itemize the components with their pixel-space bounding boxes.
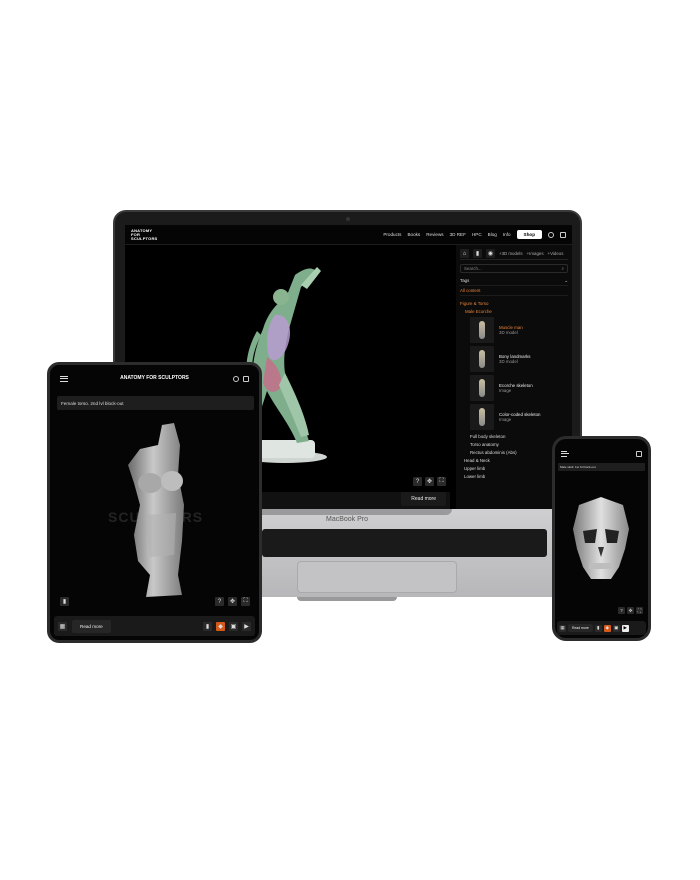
tablet-bottom-bar: ▦ Read more ▮ ◆ ▣ ▶ (54, 616, 255, 636)
keyboard (262, 529, 547, 557)
chevron-down-icon: ⌄ (564, 277, 568, 283)
camera-icon (346, 217, 350, 221)
move-icon[interactable]: ✥ (228, 597, 237, 606)
filter-videos[interactable]: +Videos (548, 251, 564, 256)
image-icon[interactable]: ▣ (612, 624, 620, 632)
list-item[interactable]: Color-coded skeleton Image (470, 404, 568, 430)
model-thumbnail (470, 346, 494, 372)
model-thumbnail (470, 317, 494, 343)
cube-icon[interactable]: ◆ (216, 621, 225, 631)
search-input[interactable]: Search... ⌕ (460, 264, 568, 273)
pin-icon[interactable]: ▮ (203, 621, 212, 631)
image-thumbnail (470, 375, 494, 401)
laptop-hinge (242, 509, 452, 515)
laptop-foot (297, 597, 397, 601)
list-item[interactable]: Ecorche skeleton Image (470, 375, 568, 401)
fullscreen-icon[interactable]: ⛶ (241, 597, 250, 606)
read-more-button[interactable]: Read more (568, 624, 593, 632)
play-icon[interactable]: ▶ (242, 621, 251, 631)
nav-link-reviews[interactable]: Reviews (426, 232, 443, 237)
nav-link-books[interactable]: Books (407, 232, 420, 237)
category-figure-torso[interactable]: Figure & Torso (460, 301, 568, 306)
image-thumbnail (470, 404, 494, 430)
grid-icon[interactable]: ▦ (559, 624, 566, 632)
top-navbar: ANATOMY FOR SCULPTORS Products Books Rev… (125, 225, 572, 245)
item-type: Image (499, 388, 512, 393)
search-placeholder: Search... (464, 266, 482, 271)
read-more-button[interactable]: Read more (72, 619, 111, 633)
image-icon[interactable]: ▣ (229, 621, 238, 631)
help-icon[interactable]: ? (215, 597, 224, 606)
move-icon[interactable]: ✥ (627, 607, 634, 614)
nav-link-info[interactable]: Info (503, 232, 511, 237)
read-more-button[interactable]: Read more (401, 492, 446, 506)
home-icon[interactable]: ⌂ (460, 249, 469, 258)
phone-device: Male skull. 1st lvl block-out ? ✥ ⛶ ▦ Re… (552, 436, 651, 641)
nav-link-3d-ref[interactable]: 3D REF (450, 232, 466, 237)
subcategory-male-ecorche[interactable]: Male Ecorche (465, 309, 568, 314)
site-logo[interactable]: ANATOMY FOR SCULPTORS (131, 228, 157, 241)
item-type: Image (499, 417, 512, 422)
nav-link-products[interactable]: Products (383, 232, 401, 237)
list-item[interactable]: Bony landmarks 3D model (470, 346, 568, 372)
filter-3d-models[interactable]: +3D models (499, 251, 523, 256)
tags-dropdown[interactable]: Tags ⌄ (460, 276, 568, 286)
viewer-toolbar: ? ✥ ⛶ (413, 477, 446, 486)
fullscreen-icon[interactable]: ⛶ (437, 477, 446, 486)
cube-icon[interactable]: ◆ (603, 624, 611, 632)
nav-link-hpc[interactable]: HPC (472, 232, 482, 237)
nav-links: Products Books Reviews 3D REF HPC Blog I… (383, 230, 566, 239)
nav-link-blog[interactable]: Blog (488, 232, 497, 237)
tablet-device: ANATOMY FOR SCULPTORS Female torso. 2nd … (47, 362, 262, 643)
cart-icon[interactable] (560, 231, 566, 238)
fullscreen-icon[interactable]: ⛶ (636, 607, 643, 614)
pin-icon[interactable]: ▮ (60, 597, 69, 606)
shop-button[interactable]: Shop (516, 230, 542, 239)
viewer-toolbar: ? ✥ ⛶ (561, 607, 643, 614)
grid-icon[interactable]: ▦ (58, 621, 67, 631)
help-icon[interactable]: ? (618, 607, 625, 614)
all-content-link[interactable]: All content (460, 286, 568, 296)
sub-section-full-body-skeleton[interactable]: Full body skeleton (470, 433, 568, 441)
play-icon[interactable]: ▶ (621, 624, 629, 632)
pin-icon[interactable]: ▮ (473, 249, 482, 258)
search-icon[interactable]: ⌕ (562, 266, 564, 271)
item-type: 3D model (499, 359, 518, 364)
eye-icon[interactable]: ◉ (486, 249, 495, 258)
help-icon[interactable]: ? (413, 477, 422, 486)
sidebar-tabs: ⌂ ▮ ◉ +3D models +Images +Videos (460, 248, 568, 260)
trackpad (297, 561, 457, 593)
user-icon[interactable] (548, 231, 554, 238)
filter-images[interactable]: +Images (527, 251, 544, 256)
phone-bottom-bar: ▦ Read more ▮ ◆ ▣ ▶ (557, 621, 646, 635)
tags-label: Tags (460, 278, 470, 283)
pin-icon[interactable]: ▮ (594, 624, 602, 632)
list-item[interactable]: Muscle man 3D model (470, 317, 568, 343)
viewer-toolbar: ▮ ? ✥ ⛶ (60, 597, 250, 606)
move-icon[interactable]: ✥ (425, 477, 434, 486)
item-type: 3D model (499, 330, 518, 335)
